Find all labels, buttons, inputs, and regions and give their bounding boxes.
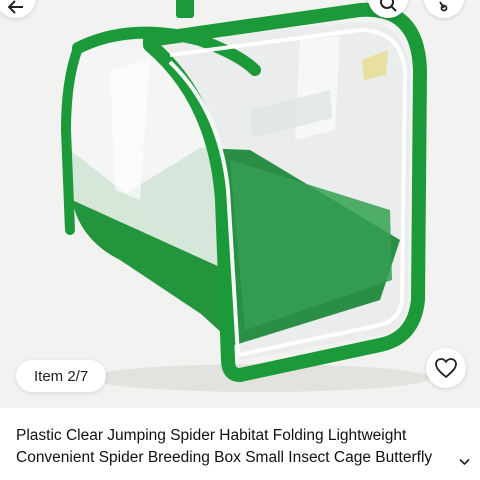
favorite-button[interactable] <box>426 348 466 388</box>
heart-outline-icon <box>435 358 457 378</box>
product-image[interactable] <box>0 0 480 408</box>
chevron-down-icon <box>459 458 470 466</box>
product-image-gallery[interactable]: Item 2/7 <box>0 0 480 408</box>
product-title[interactable]: Plastic Clear Jumping Spider Habitat Fol… <box>16 425 466 473</box>
search-icon <box>380 0 397 12</box>
product-title-text: Plastic Clear Jumping Spider Habitat Fol… <box>16 427 433 466</box>
item-counter-badge: Item 2/7 <box>16 360 107 392</box>
item-counter-label: Item 2/7 <box>34 367 89 385</box>
expand-title-button[interactable] <box>448 452 470 472</box>
share-icon <box>439 1 448 12</box>
back-icon <box>8 0 23 14</box>
